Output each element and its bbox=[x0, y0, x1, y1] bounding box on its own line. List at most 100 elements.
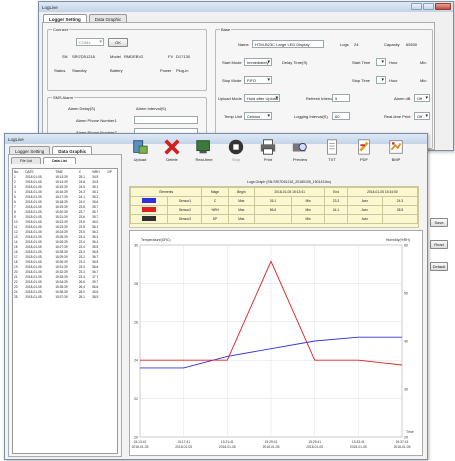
stats-row: Sensor2 %RH Max 56.6 Min 34.1 Avrc 38.5 bbox=[129, 205, 418, 215]
start-mode-select[interactable]: Immediately bbox=[244, 58, 272, 66]
ok-button[interactable]: OK bbox=[108, 38, 128, 47]
upload-icon bbox=[133, 140, 148, 154]
subtab-data-list[interactable]: Data List bbox=[43, 157, 76, 164]
table-cell: 38.9 bbox=[92, 294, 99, 299]
stop-mode-select[interactable]: FIFO bbox=[244, 76, 272, 84]
x-tick-date: 2018-01-05 bbox=[219, 445, 236, 449]
save-button[interactable]: Save bbox=[430, 218, 448, 227]
phone1-input[interactable] bbox=[134, 116, 198, 124]
stats-cell-magn: C bbox=[201, 196, 229, 206]
refresh-interval-input[interactable]: 5 bbox=[332, 94, 350, 102]
x-tick-time: 15:29:41 bbox=[308, 440, 321, 444]
x-axis-label: Time bbox=[406, 430, 414, 434]
table-cell: 25.1 bbox=[78, 294, 85, 299]
start-time-label: Start Time bbox=[352, 60, 371, 65]
delete-label: Delete bbox=[166, 157, 178, 162]
data-table-container: No. DATE TIME C %RH DP 1 2018-01-05 15:13:… bbox=[12, 168, 118, 454]
stats-panel: Elements Magn Begin 2018-01-05 15:13:41 … bbox=[129, 186, 419, 228]
stats-cell-v2: 23.3 bbox=[324, 196, 348, 206]
stop-icon bbox=[228, 139, 244, 155]
stats-cell-v1 bbox=[254, 214, 292, 224]
x-tick-time: 15:13:41 bbox=[134, 440, 147, 444]
capacity-value: 65530 bbox=[406, 42, 418, 47]
stats-cell-v2: 34.1 bbox=[324, 205, 348, 215]
series-color-swatch bbox=[129, 214, 169, 224]
alarm-db-label: Alarm dB bbox=[394, 96, 411, 101]
model-label: Model bbox=[110, 54, 121, 59]
back-window-title: LogLive bbox=[42, 4, 58, 10]
read-button[interactable]: Read bbox=[430, 240, 448, 249]
pdf-button[interactable]: PDF bbox=[353, 138, 375, 162]
x-tick-date: 2018-01-05 bbox=[394, 445, 411, 449]
y2-tick-label: 50 bbox=[404, 292, 408, 296]
y-tick-label: 22 bbox=[134, 397, 138, 401]
subtab-file-list[interactable]: File List bbox=[11, 157, 42, 164]
y2-tick-label: 20 bbox=[404, 436, 408, 440]
front-window: LogLive Logger Setting Data Graphic File… bbox=[4, 133, 428, 460]
logs-label: Logs bbox=[340, 42, 349, 47]
pdf-icon bbox=[358, 139, 370, 155]
base-group-title: Base bbox=[220, 27, 232, 32]
txt-icon bbox=[327, 139, 337, 155]
preview-icon bbox=[292, 142, 307, 152]
stats-cell-v1: 56.6 bbox=[254, 205, 292, 215]
alarm-delay-label: Alarm Delay(S) bbox=[68, 106, 96, 111]
upload-button[interactable]: Upload bbox=[129, 138, 151, 162]
print-button[interactable]: Print bbox=[257, 138, 279, 162]
realtime-label: Real-time bbox=[195, 157, 213, 162]
stop-min-label: Min bbox=[420, 78, 427, 83]
table-row[interactable]: 25 2018-01-05 15:37:39 25.1 38.9 bbox=[13, 294, 117, 299]
maximize-button[interactable] bbox=[423, 3, 434, 10]
name-input[interactable]: HTM-B23C Large LED Display bbox=[252, 40, 324, 48]
stop-button[interactable]: Stop bbox=[225, 138, 247, 162]
txt-button[interactable]: TXT bbox=[321, 138, 343, 162]
y2-tick-label: 30 bbox=[404, 388, 408, 392]
series-color-swatch bbox=[129, 205, 169, 215]
x-tick-date: 2018-01-05 bbox=[350, 445, 367, 449]
realtime-icon bbox=[196, 140, 210, 154]
bmp-label: BMP bbox=[391, 157, 401, 162]
start-hour-select[interactable] bbox=[376, 58, 386, 66]
phone1-label: Alarm Phone Number1 bbox=[76, 118, 117, 123]
stop-hour-select[interactable] bbox=[376, 76, 386, 84]
power-value: Plug-in bbox=[176, 68, 189, 73]
stats-cell-magn: %RH bbox=[201, 205, 229, 215]
stats-cell-t2: Min bbox=[290, 196, 326, 206]
x-tick-date: 2018-01-05 bbox=[175, 445, 192, 449]
stats-cell-t1: Max bbox=[227, 205, 256, 215]
stop-time-label: Stop Time bbox=[352, 78, 371, 83]
print-label: Print bbox=[263, 157, 273, 162]
table-cell: 15:37:39 bbox=[55, 294, 68, 299]
fv-value: D17130 bbox=[176, 54, 191, 59]
alarm-db-select[interactable]: Off bbox=[414, 94, 430, 102]
line-chart: 202224262830203040506015:13:412018-01-05… bbox=[132, 238, 414, 449]
start-mode-label: Start Mode bbox=[222, 60, 242, 65]
upload-mode-select[interactable]: Hold after Upload bbox=[244, 94, 280, 102]
stats-cell-magn: DP bbox=[201, 214, 229, 224]
delete-button[interactable]: Delete bbox=[161, 138, 183, 162]
realtime-button[interactable]: Real-time bbox=[193, 138, 215, 162]
temp-unit-select[interactable]: Celsius bbox=[244, 112, 272, 120]
close-button[interactable] bbox=[435, 3, 451, 10]
logging-interval-input[interactable]: 60 bbox=[332, 112, 350, 120]
minimize-button[interactable] bbox=[411, 3, 422, 10]
stop-mode-label: Stop Mode bbox=[222, 78, 242, 83]
stats-col-magn: Magn bbox=[201, 187, 229, 197]
front-window-title: LogLive bbox=[8, 136, 24, 142]
stats-cell-name: Sensor2 bbox=[167, 205, 203, 215]
y-tick-label: 28 bbox=[134, 282, 138, 286]
preview-button[interactable]: Preview bbox=[289, 138, 311, 162]
port-select[interactable]: COM4 bbox=[76, 38, 104, 46]
realtime-print-select[interactable]: Off bbox=[414, 112, 430, 120]
fv-label: FV bbox=[168, 54, 174, 59]
stats-cell-t2: Min bbox=[290, 214, 326, 224]
stop-hour-label: Hour bbox=[389, 78, 398, 83]
pdf-label: PDF bbox=[360, 157, 368, 162]
upload-mode-label: Upload Mode bbox=[218, 96, 242, 101]
default-button[interactable]: Default bbox=[430, 262, 448, 271]
delete-icon bbox=[164, 139, 180, 155]
bmp-button[interactable]: BMP bbox=[385, 138, 407, 162]
sms-alarm-group-title: SMS Alarm bbox=[52, 95, 75, 100]
logger-setting-panel: Connect COM4 OK SN SRI7D51218 Model RMDE… bbox=[42, 22, 435, 150]
data-table: No. DATE TIME C %RH DP 1 2018-01-05 15:13:… bbox=[13, 169, 117, 299]
